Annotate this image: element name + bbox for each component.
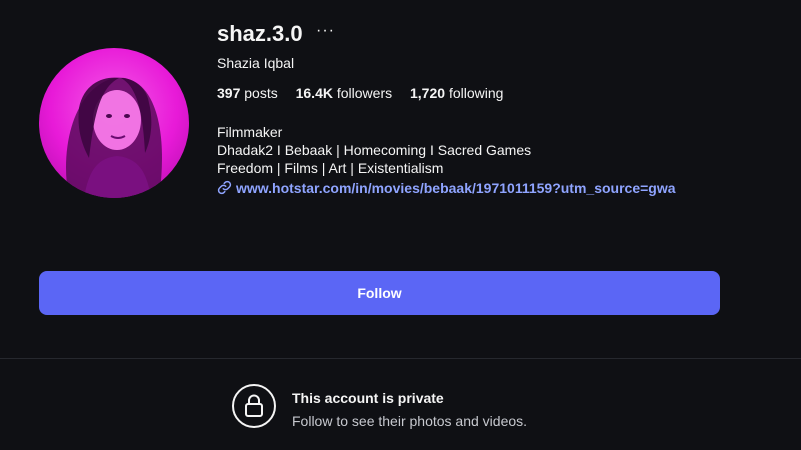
lock-icon [232,384,276,428]
avatar[interactable] [39,48,189,198]
posts-label: posts [244,85,278,101]
profile-bio: Filmmaker Dhadak2 I Bebaak | Homecoming … [217,123,531,177]
section-divider [0,358,801,359]
bio-line: Freedom | Films | Art | Existentialism [217,160,444,176]
follow-button[interactable]: Follow [39,271,720,315]
profile-photo-image [39,48,189,198]
profile-external-link[interactable]: www.hotstar.com/in/movies/bebaak/1971011… [217,180,676,198]
following-count: 1,720 [410,85,446,101]
bio-line: Filmmaker [217,124,283,140]
link-text: www.hotstar.com/in/movies/bebaak/1971011… [236,180,676,196]
link-icon [217,180,232,198]
following-label: following [448,85,504,101]
followers-stat[interactable]: 16.4K followers [296,85,393,101]
profile-stats: 397 posts 16.4K followers 1,720 followin… [217,85,517,101]
private-account-subtitle: Follow to see their photos and videos. [292,413,528,429]
profile-username: shaz.3.0 [217,21,303,46]
posts-stat: 397 posts [217,85,278,101]
bio-line: Dhadak2 I Bebaak | Homecoming I Sacred G… [217,142,532,158]
following-stat[interactable]: 1,720 following [410,85,503,101]
followers-count: 16.4K [295,85,333,101]
posts-count: 397 [217,85,241,101]
private-account-title: This account is private [292,390,444,406]
followers-label: followers [336,85,393,101]
more-options-button[interactable]: ··· [316,22,335,40]
profile-full-name: Shazia Iqbal [217,55,295,71]
